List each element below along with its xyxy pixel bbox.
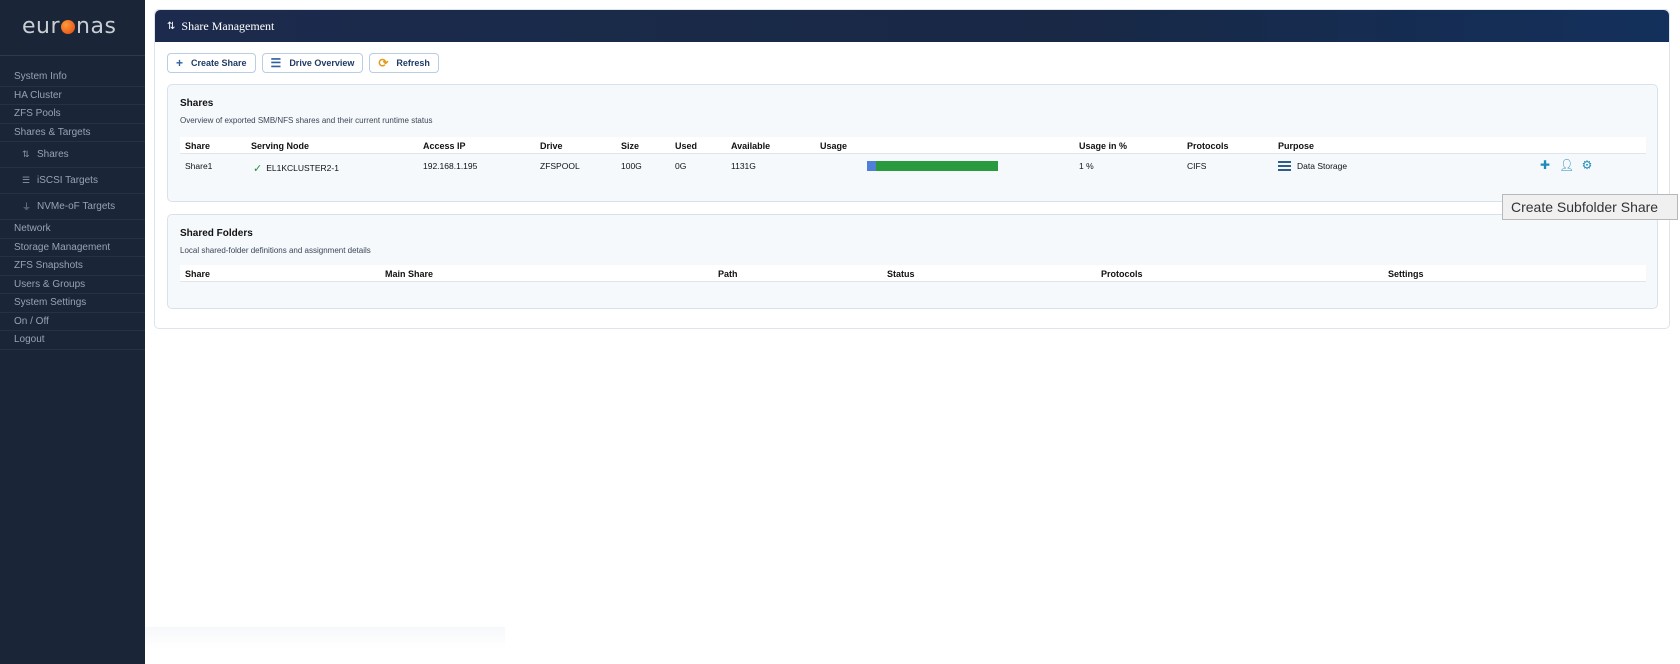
cell-usage-pct: 1 % xyxy=(1079,161,1094,171)
tooltip: Create Subfolder Share xyxy=(1502,194,1678,220)
list-icon: ☰ xyxy=(270,56,282,70)
sidebar-item-storage-management[interactable]: Storage Management xyxy=(0,239,145,257)
cell-share: Share1 xyxy=(185,161,213,171)
col-usage-pct: Usage in % xyxy=(1079,141,1128,151)
toolbar: + Create Share ☰ Drive Overview ⟳ Refres… xyxy=(167,53,439,73)
sidebar-item-ha-cluster[interactable]: HA Cluster xyxy=(0,87,145,105)
col-purpose: Purpose xyxy=(1278,141,1315,151)
col-used: Used xyxy=(675,141,698,151)
cell-purpose: Data Storage xyxy=(1278,161,1347,171)
sidebar-subitem-label: iSCSI Targets xyxy=(37,175,98,186)
shared-folders-subtitle: Local shared-folder definitions and assi… xyxy=(180,246,371,255)
sort-arrows-icon: ⇅ xyxy=(167,20,176,32)
col-available: Available xyxy=(731,141,771,151)
cell-access-ip: 192.168.1.195 xyxy=(423,161,478,171)
create-subfolder-share-icon[interactable]: ✚ xyxy=(1538,158,1552,172)
sidebar-item-system-info[interactable]: System Info xyxy=(0,68,145,87)
share-management-card: ⇅ Share Management + Create Share ☰ Driv… xyxy=(154,9,1670,329)
plus-icon: + xyxy=(176,56,184,70)
col-access-ip: Access IP xyxy=(423,141,466,151)
checkmark-icon: ✓ xyxy=(253,163,263,175)
gear-icon[interactable]: ⚙ xyxy=(1580,158,1594,172)
row-actions: ✚ 👤︎ ⚙ xyxy=(1538,158,1594,172)
refresh-icon: ⟳ xyxy=(378,56,389,70)
col-share: Share xyxy=(185,141,211,151)
sidebar-item-shares-targets[interactable]: Shares & Targets xyxy=(0,124,145,142)
drive-overview-button[interactable]: ☰ Drive Overview xyxy=(261,53,364,73)
refresh-button[interactable]: ⟳ Refresh xyxy=(369,53,439,73)
cell-used: 0G xyxy=(675,161,687,171)
col-size: Size xyxy=(621,141,640,151)
col-main-share: Main Share xyxy=(385,269,434,279)
col-protocols: Protocols xyxy=(1101,269,1143,279)
cell-serving-node: ✓ EL1KCLUSTER2-1 xyxy=(253,163,339,175)
sidebar-subitem-iscsi[interactable]: ☰ iSCSI Targets xyxy=(0,168,145,194)
create-share-button[interactable]: + Create Share xyxy=(167,53,256,73)
stack-icon: ☰ xyxy=(22,175,31,185)
user-icon[interactable]: 👤︎ xyxy=(1559,158,1574,172)
drive-overview-label: Drive Overview xyxy=(289,58,355,68)
usage-bar xyxy=(867,161,998,171)
sidebar-item-zfs-pools[interactable]: ZFS Pools xyxy=(0,105,145,124)
cell-size: 100G xyxy=(621,161,642,171)
page-header: ⇅ Share Management xyxy=(155,10,1669,42)
col-usage: Usage xyxy=(820,141,848,151)
storage-icon xyxy=(1278,161,1291,171)
shares-subtitle: Overview of exported SMB/NFS shares and … xyxy=(180,116,433,125)
sidebar-item-zfs-snapshots[interactable]: ZFS Snapshots xyxy=(0,257,145,276)
shares-table-header: Share Serving Node Access IP Drive Size … xyxy=(180,137,1646,154)
sidebar-subitem-label: NVMe-oF Targets xyxy=(37,201,116,212)
create-share-label: Create Share xyxy=(191,58,247,68)
divider xyxy=(0,55,145,56)
cell-available: 1131G xyxy=(731,161,756,171)
sort-arrows-icon: ⇅ xyxy=(22,149,30,159)
cell-protocols: CIFS xyxy=(1187,161,1207,171)
shared-folders-table-header: Share Main Share Path Status Protocols S… xyxy=(180,265,1646,282)
usage-bar-used xyxy=(867,161,877,171)
refresh-label: Refresh xyxy=(396,58,430,68)
sidebar-nav: System Info HA Cluster ZFS Pools Shares … xyxy=(0,68,145,350)
shares-panel: Shares Overview of exported SMB/NFS shar… xyxy=(167,84,1658,202)
col-path: Path xyxy=(718,269,738,279)
col-share: Share xyxy=(185,269,211,279)
shared-folders-title: Shared Folders xyxy=(180,228,253,239)
sidebar-item-network[interactable]: Network xyxy=(0,220,145,239)
table-row[interactable]: Share1 ✓ EL1KCLUSTER2-1 192.168.1.195 ZFS… xyxy=(180,155,1646,177)
sidebar-item-on-off[interactable]: On / Off xyxy=(0,313,145,331)
col-drive: Drive xyxy=(540,141,563,151)
page-title: Share Management xyxy=(181,18,275,33)
sidebar-subitem-nvme[interactable]: ⏚ NVMe-oF Targets xyxy=(0,194,145,220)
sidebar-item-system-settings[interactable]: System Settings xyxy=(0,294,145,313)
euronas-logo[interactable]: eur nas xyxy=(22,14,116,39)
sidebar-item-logout[interactable]: Logout xyxy=(0,331,145,350)
col-protocols: Protocols xyxy=(1187,141,1229,151)
col-serving-node: Serving Node xyxy=(251,141,310,151)
logo-dot-icon xyxy=(61,20,76,34)
scroll-shadow xyxy=(145,627,505,649)
cell-drive: ZFSPOOL xyxy=(540,161,580,171)
sidebar-subitem-shares[interactable]: ⇅ Shares xyxy=(0,142,145,168)
sidebar: eur nas System Info HA Cluster ZFS Pools … xyxy=(0,0,145,664)
col-status: Status xyxy=(887,269,915,279)
shares-title: Shares xyxy=(180,98,214,109)
shared-folders-panel: Shared Folders Local shared-folder defin… xyxy=(167,214,1658,309)
sidebar-subitem-label: Shares xyxy=(37,149,69,160)
sidebar-item-users-groups[interactable]: Users & Groups xyxy=(0,276,145,294)
col-settings: Settings xyxy=(1388,269,1424,279)
plug-icon: ⏚ xyxy=(22,202,32,212)
